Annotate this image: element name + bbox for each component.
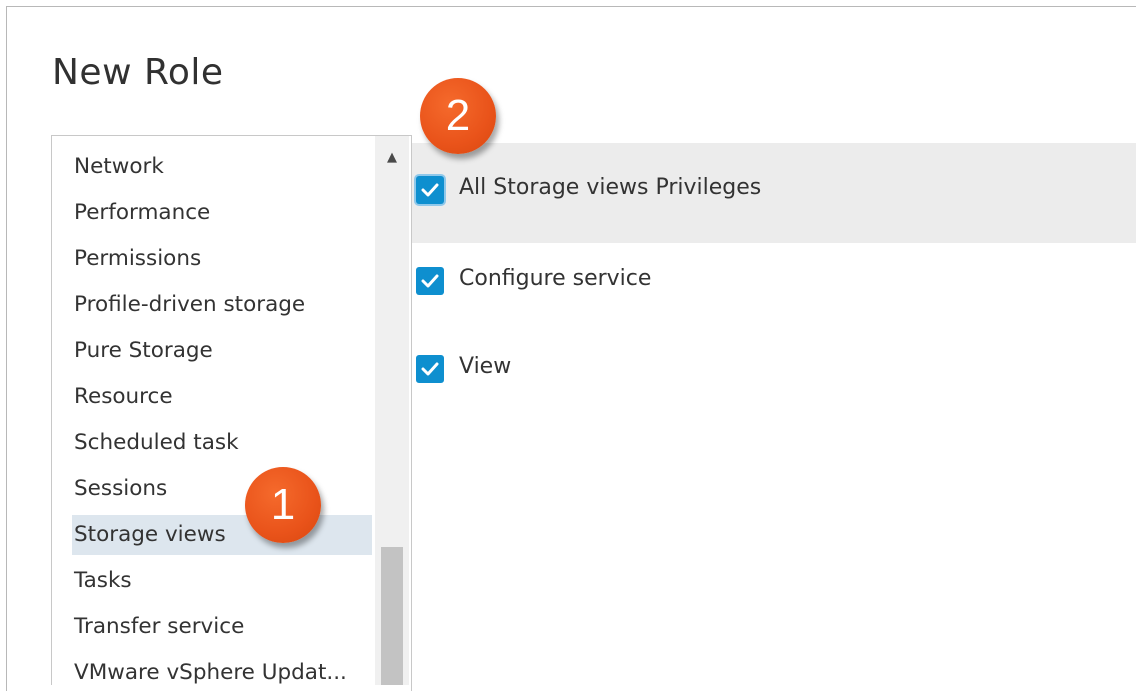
category-scrollbar[interactable]: ▲ [375, 136, 409, 685]
category-item-resource[interactable]: Resource [72, 377, 372, 417]
all-privileges-label: All Storage views Privileges [459, 175, 762, 200]
scrollbar-thumb[interactable] [381, 547, 403, 685]
scroll-up-arrow-icon[interactable]: ▲ [375, 146, 409, 170]
category-item-storage-views[interactable]: Storage views [72, 515, 372, 555]
callout-badge-1: 1 [245, 467, 321, 543]
all-privileges-checkbox[interactable] [416, 176, 444, 204]
category-item-performance[interactable]: Performance [72, 193, 372, 233]
category-item-scheduled-task[interactable]: Scheduled task [72, 423, 372, 463]
category-item-pure-storage[interactable]: Pure Storage [72, 331, 372, 371]
configure-service-checkbox[interactable] [416, 267, 444, 295]
category-item-sessions[interactable]: Sessions [72, 469, 372, 509]
category-item-profile-driven-storage[interactable]: Profile-driven storage [72, 285, 372, 325]
checkmark-icon [421, 362, 439, 376]
checkmark-icon [421, 274, 439, 288]
callout-badge-2: 2 [420, 78, 496, 154]
category-item-vmware-vsphere-update[interactable]: VMware vSphere Updat... [72, 653, 372, 685]
checkmark-icon [421, 183, 439, 197]
privilege-category-list[interactable]: Network Performance Permissions Profile-… [51, 135, 411, 685]
category-item-transfer-service[interactable]: Transfer service [72, 607, 372, 647]
category-item-tasks[interactable]: Tasks [72, 561, 372, 601]
category-item-network[interactable]: Network [72, 147, 372, 187]
view-label: View [459, 354, 512, 379]
view-checkbox[interactable] [416, 355, 444, 383]
category-item-permissions[interactable]: Permissions [72, 239, 372, 279]
configure-service-label: Configure service [459, 266, 652, 291]
dialog-title: New Role [52, 52, 224, 93]
